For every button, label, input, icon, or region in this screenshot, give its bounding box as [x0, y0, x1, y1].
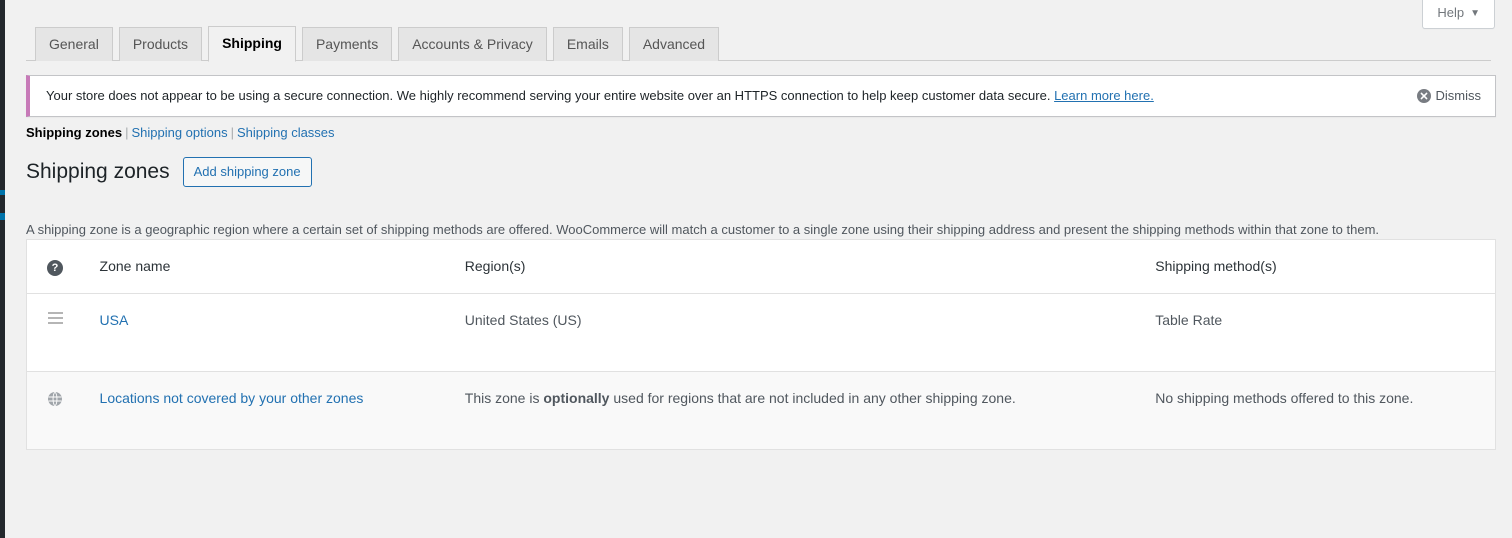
column-header-methods: Shipping method(s) [1145, 239, 1496, 294]
row-region-cell: This zone is optionally used for regions… [455, 372, 1145, 450]
zone-link-locations-not-covered[interactable]: Locations not covered by your other zone… [100, 390, 364, 406]
subnav-item-shipping-classes[interactable]: Shipping classes [237, 125, 335, 140]
row-region-cell: United States (US) [454, 293, 1146, 372]
question-mark-help-icon[interactable]: ? [47, 260, 63, 276]
shipping-zones-table: ? Zone name Region(s) Shipping method(s)… [26, 239, 1496, 450]
help-tab-label: Help [1437, 5, 1465, 20]
column-header-sort: ? [26, 239, 90, 294]
tab-advanced[interactable]: Advanced [628, 27, 720, 61]
subnav-item-shipping-options[interactable]: Shipping options [131, 125, 227, 140]
row-methods-cell: No shipping methods offered to this zone… [1145, 372, 1495, 450]
row-zone-name-cell: Locations not covered by your other zone… [90, 372, 455, 450]
table-head: ? Zone name Region(s) Shipping method(s) [26, 239, 1496, 294]
dismiss-circle-x-icon [1416, 88, 1431, 103]
add-shipping-zone-button[interactable]: Add shipping zone [182, 157, 312, 187]
page-title: Shipping zones [26, 160, 170, 184]
region-text-before: This zone is [464, 390, 544, 406]
https-warning-notice: Your store does not appear to be using a… [26, 75, 1496, 117]
page-heading-row: Shipping zones Add shipping zone [26, 157, 312, 187]
drag-handle-icon[interactable] [47, 311, 65, 325]
settings-page: Help ▼ General Products Shipping Payments Acc… [5, 0, 1512, 538]
method-text: No shipping methods offered to this zone… [1155, 390, 1414, 406]
help-tab-button[interactable]: Help ▼ [1422, 0, 1495, 29]
region-text-emphasis: optionally [543, 390, 610, 406]
table-header-row: ? Zone name Region(s) Shipping method(s) [26, 239, 1496, 294]
tab-general[interactable]: General [35, 27, 113, 61]
row-methods-cell: Table Rate [1145, 293, 1496, 372]
chevron-down-icon: ▼ [1470, 8, 1480, 19]
table-body: USA United States (US) Table Rate Locati… [26, 293, 1496, 450]
settings-tab-bar: General Products Shipping Payments Accounts … [26, 26, 1491, 62]
notice-message: Your store does not appear to be using a… [46, 86, 1154, 106]
column-header-zone-name: Zone name [89, 239, 455, 294]
row-drag-cell [26, 293, 90, 372]
shipping-zone-description: A shipping zone is a geographic region w… [26, 222, 1380, 237]
tab-shipping[interactable]: Shipping [208, 26, 296, 62]
table-row: USA United States (US) Table Rate [26, 293, 1496, 372]
subnav-item-shipping-zones[interactable]: Shipping zones [26, 125, 122, 140]
row-globe-cell [27, 372, 90, 450]
column-header-regions: Region(s) [454, 239, 1146, 294]
tab-payments[interactable]: Payments [301, 27, 393, 61]
region-text-after: used for regions that are not included i… [609, 390, 1016, 406]
dismiss-label: Dismiss [1435, 88, 1482, 104]
zone-link-usa[interactable]: USA [100, 312, 129, 328]
shipping-subnav: Shipping zones | Shipping options | Shipping… [26, 125, 335, 141]
dismiss-notice-button[interactable]: Dismiss [1416, 88, 1484, 104]
method-text: Table Rate [1155, 312, 1223, 328]
subnav-separator-2: | [230, 125, 234, 140]
globe-icon [47, 391, 63, 407]
tab-emails[interactable]: Emails [552, 27, 623, 61]
table-row: Locations not covered by your other zone… [26, 371, 1496, 450]
region-text: United States (US) [464, 312, 582, 328]
help-tab-container: Help ▼ [1422, 0, 1495, 29]
tab-products[interactable]: Products [118, 27, 203, 61]
tab-accounts-privacy[interactable]: Accounts & Privacy [398, 27, 547, 61]
row-zone-name-cell: USA [89, 293, 455, 372]
learn-more-link[interactable]: Learn more here. [1054, 88, 1154, 103]
notice-message-text: Your store does not appear to be using a… [46, 88, 1055, 103]
